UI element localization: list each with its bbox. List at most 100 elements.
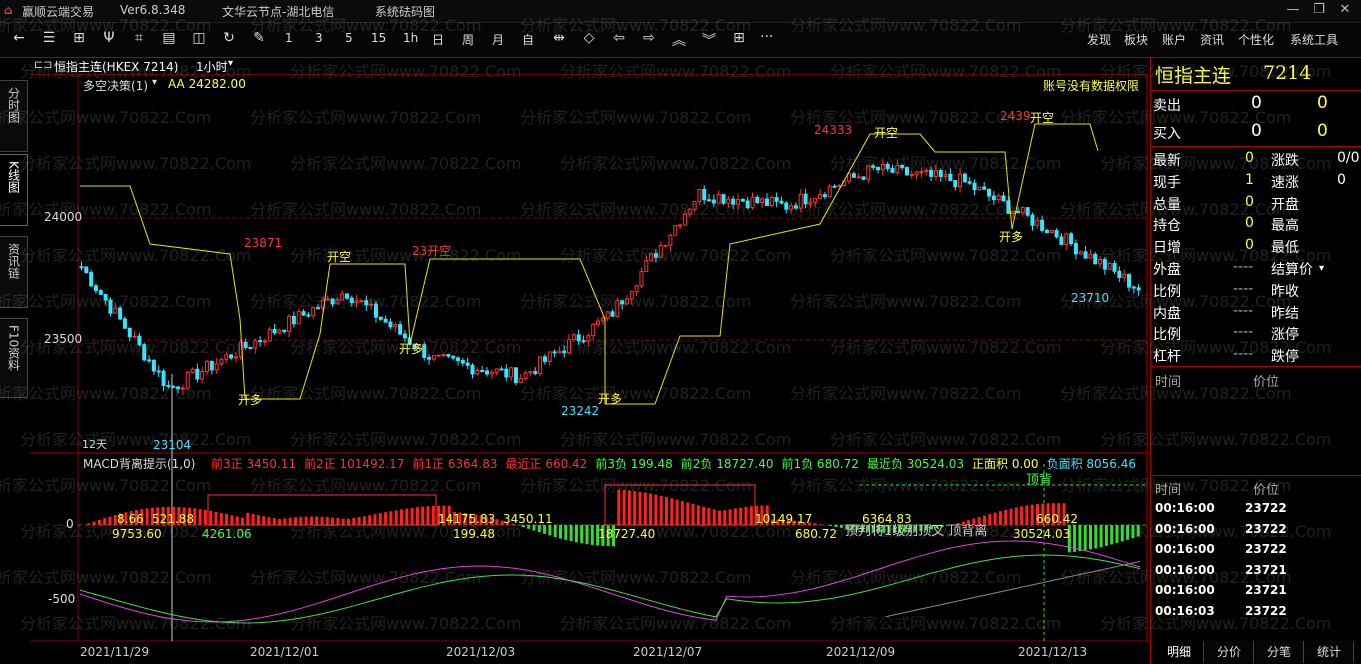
- toolbar: ← ☰ ⊞ Ψ ⌗ ▤ ◫ ↻ ✎ 1 3 5 15 1h 日 周 月 自 ⇹ …: [0, 23, 1361, 58]
- close-icon[interactable]: ✕: [1332, 2, 1358, 20]
- more-icon[interactable]: ···: [760, 29, 773, 45]
- candle-body: [909, 173, 914, 176]
- period-day[interactable]: 日: [432, 31, 444, 48]
- period-3m[interactable]: 3: [315, 31, 323, 45]
- macd-bar: [426, 506, 430, 525]
- macd-bar: [1136, 525, 1140, 537]
- price-label-last: 23710: [1071, 291, 1110, 305]
- menu-discover[interactable]: 发现: [1087, 31, 1111, 48]
- symbol-name[interactable]: 恒指主连(HKEX 7214): [54, 58, 178, 75]
- candle-body: [190, 368, 195, 373]
- candle-body: [282, 329, 287, 332]
- tick-row: 00:16:00 23722: [1155, 540, 1355, 560]
- candle-body: [122, 318, 127, 329]
- period-1h[interactable]: 1h: [403, 31, 418, 45]
- signal-open-short-2: 23开空: [412, 244, 452, 258]
- candle-body: [581, 340, 586, 343]
- candle-body: [876, 166, 880, 171]
- candle-body: [180, 387, 185, 390]
- candle-body: [93, 285, 98, 292]
- period-week[interactable]: 周: [462, 31, 474, 48]
- back-icon[interactable]: ←: [8, 30, 30, 46]
- buy-label: 买入: [1153, 126, 1181, 142]
- menu-account[interactable]: 账户: [1162, 31, 1186, 48]
- macd-title[interactable]: MACD背离提示(1,0): [83, 455, 195, 472]
- divergence-box-2: [604, 484, 756, 526]
- buy-row[interactable]: 买入 0 0: [1151, 121, 1361, 143]
- timeshare-icon[interactable]: ⊞: [68, 30, 90, 46]
- candle-body: [663, 244, 668, 247]
- next-icon[interactable]: ⇨: [638, 30, 660, 46]
- menu-news[interactable]: 资讯: [1200, 31, 1224, 48]
- macd-bar: [839, 525, 843, 528]
- server-node[interactable]: 文华云节点-湖北电信: [222, 3, 334, 20]
- maximize-icon[interactable]: ❐: [1306, 2, 1332, 20]
- zoom-out-icon[interactable]: ︾: [698, 30, 720, 50]
- menu-personalize[interactable]: 个性化: [1238, 31, 1274, 48]
- candle-body: [1073, 243, 1078, 255]
- quote-row: 内盘 ---- 昨结: [1151, 301, 1361, 323]
- candle-body: [1117, 270, 1122, 278]
- sell-row[interactable]: 卖出 0 0: [1151, 93, 1361, 115]
- bottom-tab-0[interactable]: 明细: [1155, 641, 1204, 663]
- macd-bar: [203, 509, 207, 525]
- candle-body: [253, 340, 258, 349]
- macd-bar: [251, 513, 255, 525]
- period-15m[interactable]: 15: [371, 31, 386, 45]
- pen-icon[interactable]: ✎: [248, 30, 270, 46]
- candle-body: [108, 299, 113, 314]
- period-month[interactable]: 月: [492, 31, 504, 48]
- menu-system-tools[interactable]: 系统工具: [1290, 31, 1338, 48]
- macd-bar: [643, 492, 647, 525]
- zoom-in-icon[interactable]: ︽: [668, 30, 690, 50]
- zoom-horizontal-icon[interactable]: ⇹: [548, 30, 570, 46]
- bottom-tab-3[interactable]: 统计: [1305, 641, 1354, 663]
- candle-body: [446, 354, 451, 357]
- macd-bar: [733, 508, 737, 525]
- candle-body: [325, 298, 330, 301]
- macd-bar: [818, 524, 822, 525]
- macd-bar: [495, 519, 499, 525]
- layout-icon[interactable]: ⊞: [728, 30, 750, 46]
- quote-label: 持仓: [1153, 218, 1181, 235]
- macd-bar: [749, 506, 753, 525]
- tick-row: 00:16:00 23721: [1155, 581, 1355, 601]
- period-1m[interactable]: 1: [285, 31, 293, 45]
- period-5m[interactable]: 5: [345, 31, 353, 45]
- bottom-tab-2[interactable]: 分笔: [1255, 641, 1304, 663]
- list-icon[interactable]: ☰: [38, 30, 60, 46]
- minimize-icon[interactable]: —: [1280, 2, 1306, 20]
- candle-body: [880, 163, 885, 171]
- macd-bar: [617, 489, 621, 525]
- save-icon[interactable]: ◫: [188, 30, 210, 46]
- split-icon[interactable]: ◇: [578, 30, 600, 46]
- report-icon[interactable]: ▤: [158, 30, 180, 46]
- candle-body: [1059, 236, 1064, 245]
- period-custom[interactable]: 自: [522, 31, 534, 48]
- candle-body: [349, 297, 354, 304]
- chevron-down-icon[interactable]: ▾: [228, 58, 233, 69]
- kline-icon[interactable]: Ψ: [98, 30, 120, 46]
- tab-timeshare[interactable]: 分时图: [0, 80, 28, 152]
- macd-bar: [288, 517, 292, 525]
- tab-kline[interactable]: K线图: [0, 154, 28, 226]
- candle-body: [948, 173, 953, 182]
- tab-news-chain[interactable]: 资讯链: [0, 236, 28, 308]
- bottom-tab-1[interactable]: 分价: [1205, 641, 1254, 663]
- macd-bar: [590, 525, 594, 545]
- period-selector[interactable]: 1小时: [196, 58, 228, 75]
- menu-sector[interactable]: 板块: [1124, 31, 1148, 48]
- quote-value: 0: [1245, 215, 1254, 232]
- prev-icon[interactable]: ⇦: [608, 30, 630, 46]
- candle-body: [441, 354, 446, 357]
- tab-f10[interactable]: F10资料: [0, 318, 28, 398]
- quote-label: 昨结: [1271, 305, 1299, 322]
- kline-chart[interactable]: [30, 74, 1148, 642]
- draw-icon[interactable]: ⌗: [128, 30, 150, 46]
- extra-title[interactable]: 系统砝码图: [375, 3, 435, 20]
- settlement-chevron-icon[interactable]: ▾: [1319, 263, 1324, 274]
- macd-bar: [209, 510, 213, 525]
- symbol-link-icon[interactable]: ⊏⊐: [34, 58, 52, 71]
- macd-bar: [675, 499, 679, 525]
- refresh-icon[interactable]: ↻: [218, 30, 240, 46]
